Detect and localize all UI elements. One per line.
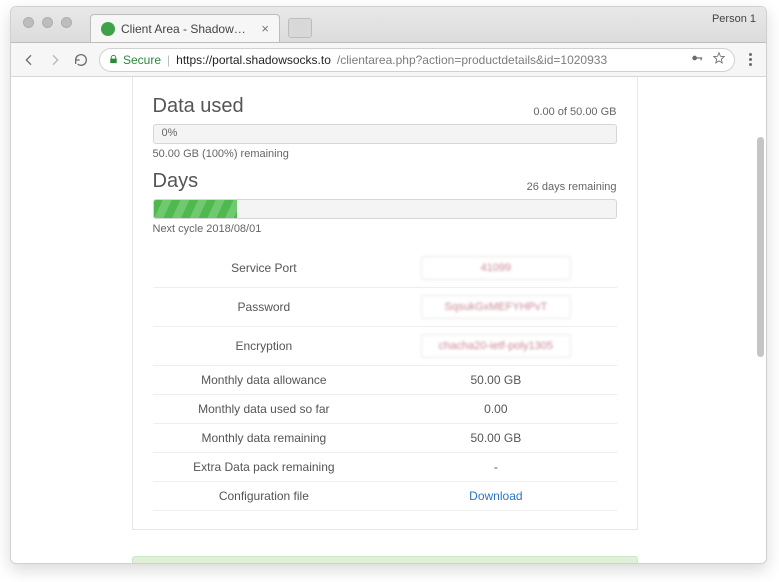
days-note: Next cycle 2018/08/01	[153, 223, 617, 235]
bookmark-button[interactable]	[712, 51, 726, 68]
forward-button[interactable]	[47, 52, 63, 68]
password-label: Password	[153, 288, 376, 327]
data-used-title: Data used	[153, 95, 244, 118]
encryption-value[interactable]: chacha20-ietf-poly1305	[421, 334, 571, 358]
days-title: Days	[153, 170, 199, 193]
site-favicon-icon	[101, 22, 115, 36]
warning-notice: Please do not post any node address on Q…	[132, 556, 638, 563]
star-icon	[712, 51, 726, 65]
window-controls	[11, 7, 84, 28]
secure-badge: Secure	[108, 53, 161, 67]
table-row: Monthly data used so far0.00	[153, 395, 617, 424]
new-tab-button[interactable]	[288, 18, 312, 38]
extra-pack-value: -	[375, 453, 616, 482]
browser-window: Client Area - Shadowsocks.co × Person 1 …	[10, 6, 767, 564]
reload-icon	[73, 52, 89, 68]
table-row: Encryption chacha20-ietf-poly1305	[153, 327, 617, 366]
reload-button[interactable]	[73, 52, 89, 68]
extra-pack-label: Extra Data pack remaining	[153, 453, 376, 482]
allowance-label: Monthly data allowance	[153, 366, 376, 395]
service-port-value[interactable]: 41099	[421, 256, 571, 280]
data-used-section: Data used 0.00 of 50.00 GB	[153, 95, 617, 118]
details-table: Service Port 41099 Password SqsukGxMEFYHPv…	[153, 249, 617, 511]
secure-label: Secure	[123, 53, 161, 67]
remaining-label: Monthly data remaining	[153, 424, 376, 453]
browser-menu-button[interactable]	[745, 49, 756, 70]
lock-icon	[108, 54, 119, 65]
table-row: Password SqsukGxMEFYHPvT	[153, 288, 617, 327]
url-host: https://portal.shadowsocks.to	[176, 53, 331, 67]
data-used-progress: 0%	[153, 124, 617, 144]
url-path: /clientarea.php?action=productdetails&id…	[337, 53, 607, 67]
saved-password-icon[interactable]	[690, 51, 704, 68]
data-used-bar-label: 0%	[162, 127, 178, 139]
browser-toolbar: Secure | https://portal.shadowsocks.to/c…	[11, 43, 766, 77]
used-value: 0.00	[375, 395, 616, 424]
service-port-label: Service Port	[153, 249, 376, 288]
remaining-value: 50.00 GB	[375, 424, 616, 453]
maximize-window-icon[interactable]	[61, 17, 72, 28]
page-viewport: Data used 0.00 of 50.00 GB 0% 50.00 GB (…	[11, 77, 766, 563]
browser-tab[interactable]: Client Area - Shadowsocks.co ×	[90, 14, 280, 42]
table-row: Monthly data remaining50.00 GB	[153, 424, 617, 453]
product-details-card: Data used 0.00 of 50.00 GB 0% 50.00 GB (…	[132, 77, 638, 563]
used-label: Monthly data used so far	[153, 395, 376, 424]
scrollbar-thumb[interactable]	[757, 137, 764, 357]
tab-strip: Client Area - Shadowsocks.co × Person 1	[11, 7, 766, 43]
arrow-right-icon	[47, 52, 63, 68]
back-button[interactable]	[21, 52, 37, 68]
close-window-icon[interactable]	[23, 17, 34, 28]
table-row: Service Port 41099	[153, 249, 617, 288]
data-used-summary: 0.00 of 50.00 GB	[533, 106, 616, 118]
close-tab-icon[interactable]: ×	[261, 21, 269, 36]
data-used-note: 50.00 GB (100%) remaining	[153, 148, 617, 160]
profile-badge[interactable]: Person 1	[712, 13, 756, 25]
minimize-window-icon[interactable]	[42, 17, 53, 28]
password-value[interactable]: SqsukGxMEFYHPvT	[421, 295, 571, 319]
allowance-value: 50.00 GB	[375, 366, 616, 395]
arrow-left-icon	[21, 52, 37, 68]
download-config-link[interactable]: Download	[469, 489, 522, 503]
scrollbar-track[interactable]	[757, 137, 764, 553]
days-summary: 26 days remaining	[527, 181, 617, 193]
days-section: Days 26 days remaining	[153, 170, 617, 193]
encryption-label: Encryption	[153, 327, 376, 366]
days-progress	[153, 199, 617, 219]
table-row: Monthly data allowance50.00 GB	[153, 366, 617, 395]
table-row: Configuration file Download	[153, 482, 617, 511]
table-row: Extra Data pack remaining-	[153, 453, 617, 482]
address-bar[interactable]: Secure | https://portal.shadowsocks.to/c…	[99, 48, 735, 72]
config-file-label: Configuration file	[153, 482, 376, 511]
tab-title: Client Area - Shadowsocks.co	[121, 22, 251, 36]
